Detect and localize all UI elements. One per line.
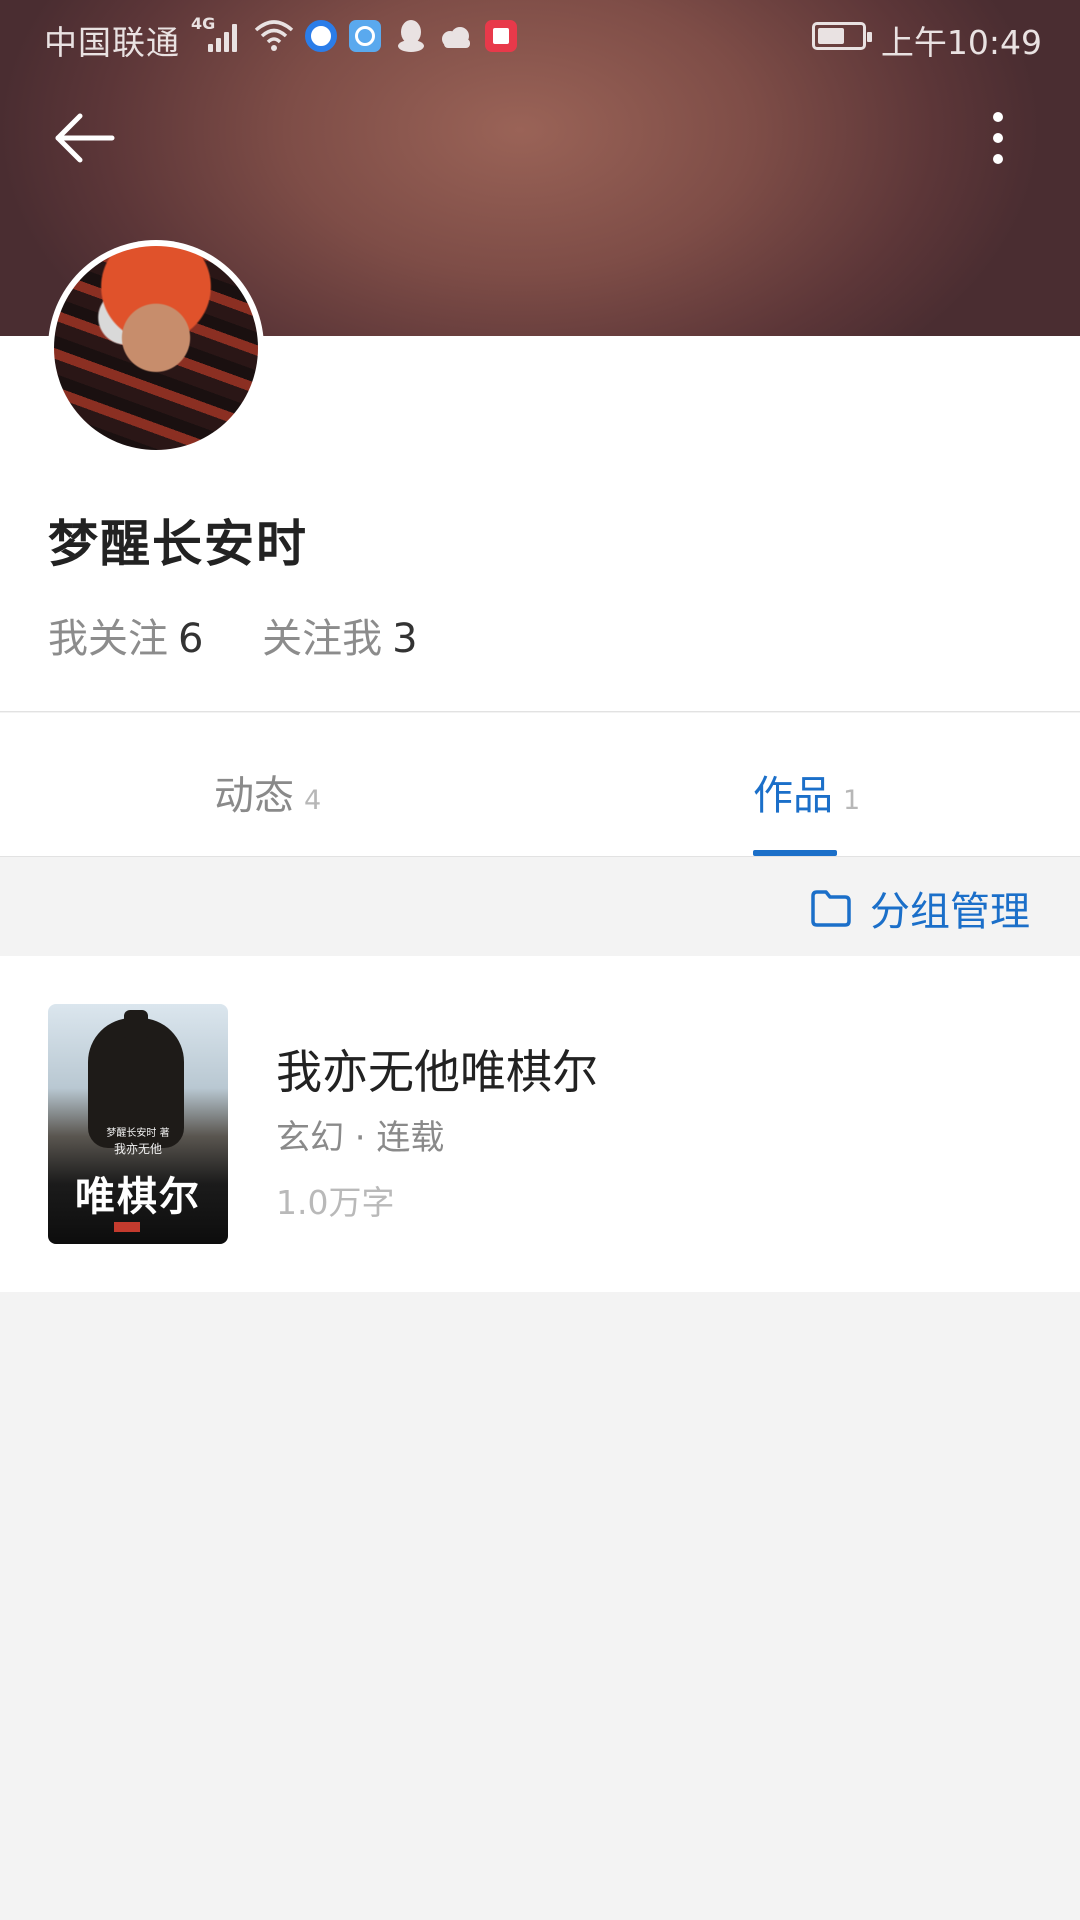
group-manage-label: 分组管理 [870,889,1030,935]
tab-works-label: 作品 [753,773,833,819]
book-cover: 梦醒长安时 著 我亦无他 唯棋尔 [48,1004,228,1244]
followers-count: 3 [392,616,418,662]
cover-subtitle: 我亦无他 [113,1142,162,1156]
follow-stats: 我关注 6 关注我 3 [48,606,464,664]
arrow-left-icon[interactable] [50,108,120,168]
cloud-icon [442,27,470,48]
following-link[interactable]: 我关注 6 [48,606,203,664]
tab-works[interactable]: 作品 1 [753,763,860,821]
signal-icon [208,22,242,52]
followers-link[interactable]: 关注我 3 [262,606,417,664]
avatar-image [54,246,258,450]
status-bar: 中国联通 4G 上午10:49 [0,0,1080,74]
reader-app-notification-icon [485,20,517,52]
user-name: 梦醒长安时 [48,515,308,573]
more-vertical-icon[interactable] [980,108,1016,168]
folder-icon [811,890,851,927]
book-genre-status: 玄幻 · 连载 [276,1118,445,1158]
qq-penguin-icon [398,20,424,52]
cover-stamp [114,1222,140,1232]
profile-tabs: 动态 4 作品 1 [0,713,1080,857]
tab-activity-count: 4 [304,785,322,816]
group-manage-bar: 分组管理 [0,858,1080,956]
group-manage-button[interactable]: 分组管理 [810,884,1030,935]
tab-activity-label: 动态 [214,773,294,819]
tab-activity[interactable]: 动态 4 [214,763,321,821]
status-time: 上午10:49 [880,23,1042,62]
followers-label: 关注我 [262,616,383,662]
browser-notification-icon [305,20,337,52]
book-title: 我亦无他唯棋尔 [276,1045,598,1099]
following-label: 我关注 [48,616,168,662]
wifi-icon [254,20,294,51]
tab-works-count: 1 [843,785,861,816]
battery-icon [812,22,872,50]
active-tab-indicator [753,850,837,856]
cover-title: 唯棋尔 [75,1173,201,1220]
book-word-count: 1.0万字 [276,1183,395,1222]
search-app-notification-icon [349,20,381,52]
cover-author: 梦醒长安时 著 [106,1128,170,1139]
list-item[interactable]: 梦醒长安时 著 我亦无他 唯棋尔 我亦无他唯棋尔 玄幻 · 连载 1.0万字 [0,956,1080,1292]
carrier-label: 中国联通 [44,23,180,62]
following-count: 6 [178,616,204,662]
profile-screen: 中国联通 4G 上午10:49 梦醒长安时 我关注 6 关注我 3 动态 4 作… [0,0,1080,1920]
avatar[interactable] [48,240,264,456]
